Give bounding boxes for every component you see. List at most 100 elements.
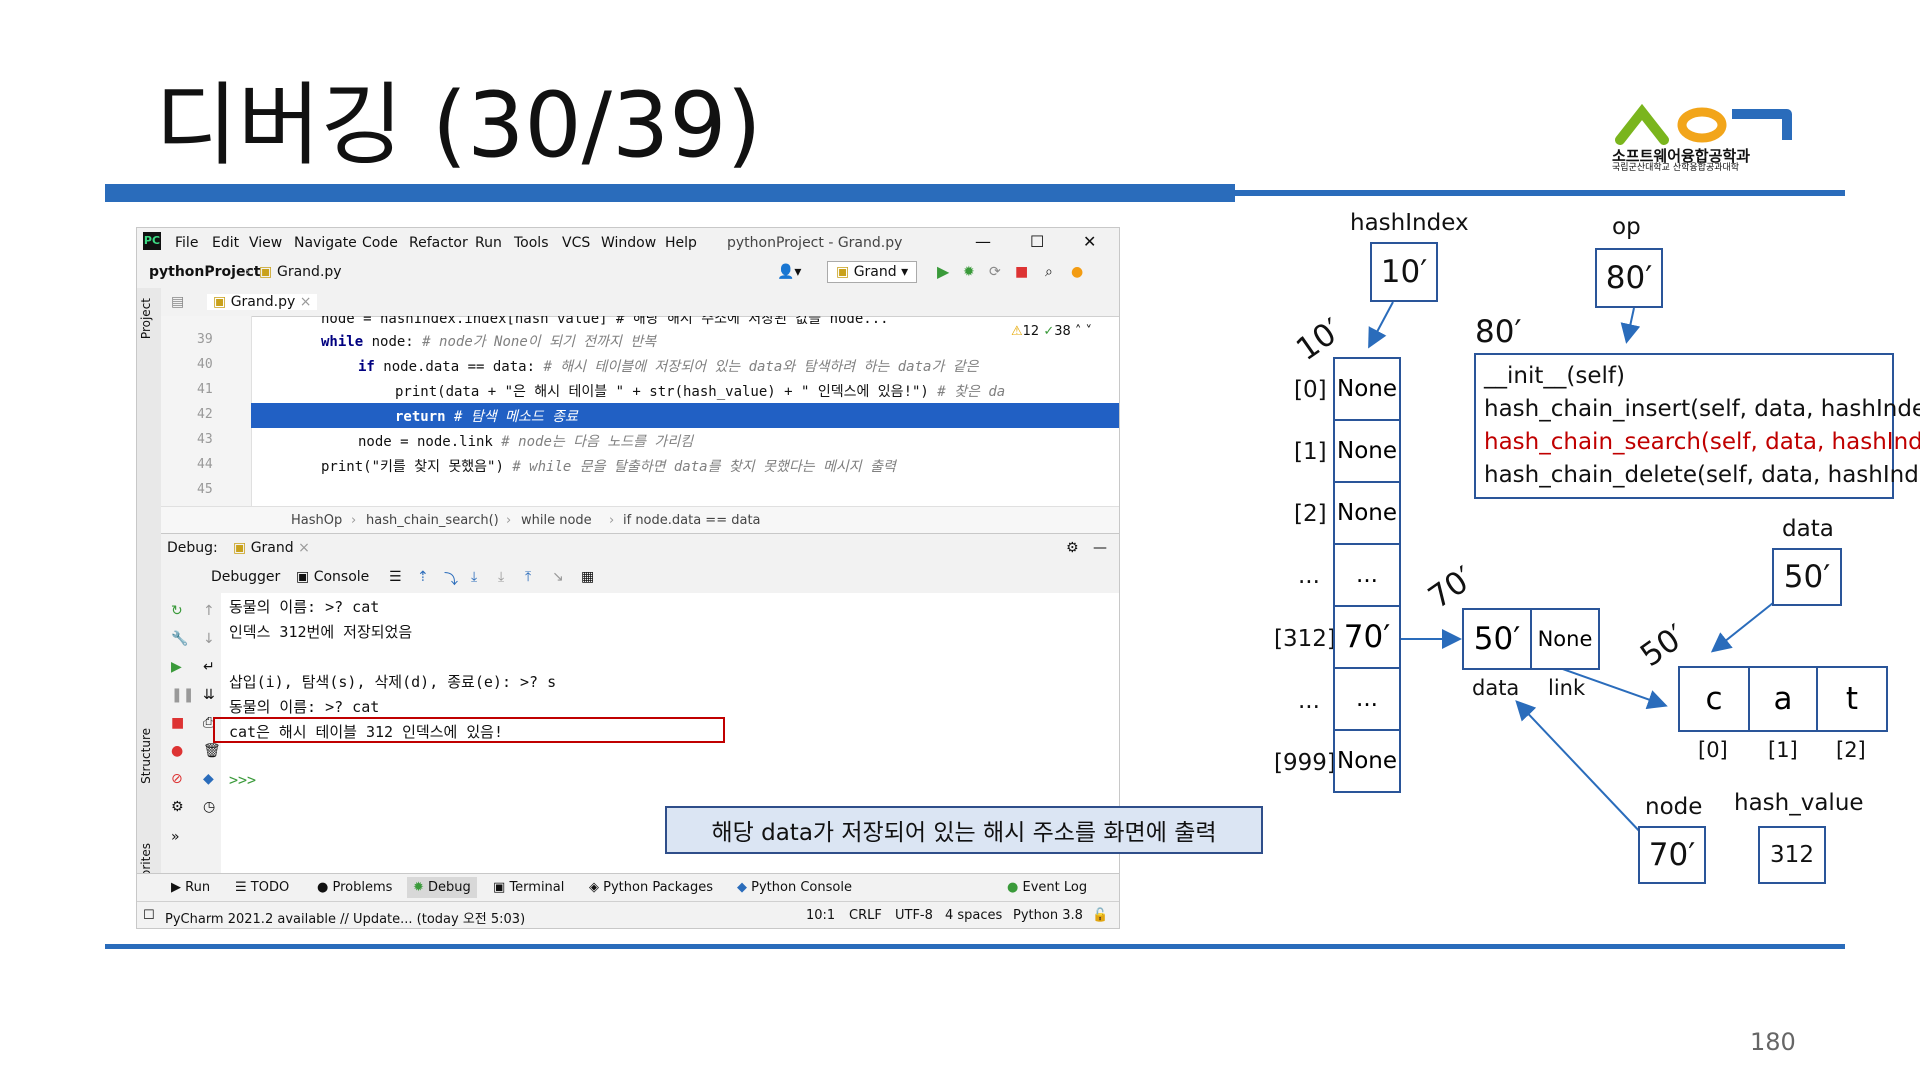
step-out-icon[interactable]: ⤒ [525,569,531,585]
debug-session-tab[interactable]: ▣ Grand × [233,540,310,556]
menu-file[interactable]: File [175,235,198,251]
down-arrow-icon[interactable]: ↓ [203,631,215,647]
menu-code[interactable]: Code [362,235,398,251]
scroll-to-end-icon[interactable]: ⇊ [203,687,215,703]
op-label: op [1612,214,1641,240]
close-tab-icon[interactable]: × [298,540,310,556]
step-into-my-code-icon[interactable]: ⤓ [498,569,504,585]
tab-problems[interactable]: ● Problems [317,880,392,895]
run-config-selector[interactable]: ▣ Grand ▾ [827,261,918,283]
char-index-1: [1] [1768,738,1798,762]
console-prompt[interactable]: >>> [229,771,256,789]
menu-refactor[interactable]: Refactor [409,235,468,251]
breadcrumb-method[interactable]: hash_chain_search() [366,513,499,528]
status-update-message[interactable]: PyCharm 2021.2 available // Update... (t… [165,908,525,927]
status-interpreter[interactable]: Python 3.8 [1013,908,1083,923]
menu-view[interactable]: View [249,235,282,251]
python-console-icon: ◆ [737,880,747,895]
wrench-icon[interactable]: 🔧 [171,631,188,647]
python-console-icon[interactable]: ◆ [203,771,214,787]
tab-python-packages[interactable]: ◈ Python Packages [589,880,713,895]
trash-icon[interactable]: 🗑 [203,743,221,759]
tab-run[interactable]: ▶ Run [171,880,210,895]
stop-icon[interactable]: ■ [171,715,184,731]
more-icon[interactable]: » [171,829,180,845]
close-tab-icon[interactable]: × [300,294,312,310]
show-execution-point-icon[interactable]: ⇡ [417,569,429,585]
minimize-icon[interactable]: — [975,232,991,251]
code-text: print("키를 찾지 못했음") [321,459,513,475]
project-tool-tab[interactable]: Project [139,298,153,339]
tab-python-console[interactable]: ◆ Python Console [737,880,852,895]
python-file-icon: ▣ [259,264,273,280]
code-comment: # 해시 테이블에 저장되어 있는 data와 탐색하려 하는 data가 같은 [543,359,979,375]
editor-tab-grand[interactable]: ▣ Grand.py × [207,294,318,310]
code-line-42-current[interactable]: 42 return # 탐색 메소드 종료 [161,403,1119,428]
settings-gear-icon[interactable]: ⚙ [1066,540,1079,556]
menu-run[interactable]: Run [475,235,502,251]
maximize-icon[interactable]: ☐ [1030,232,1044,251]
search-icon[interactable]: ⌕ [1045,264,1053,280]
status-line-separator[interactable]: CRLF [849,908,882,923]
project-breadcrumb[interactable]: pythonProject [149,264,260,280]
breadcrumb-hashop[interactable]: HashOp [291,513,342,528]
layers-icon: ◈ [589,880,599,895]
mute-breakpoints-icon[interactable]: ⊘ [171,771,183,787]
console-result-line: cat은 해시 테이블 312 인덱스에 있음! [229,723,503,741]
tab-todo[interactable]: ☰ TODO [235,880,289,895]
menu-tools[interactable]: Tools [514,235,549,251]
step-into-icon[interactable]: ⤓ [471,569,477,585]
status-panel-icon[interactable]: ☐ [143,908,155,923]
tab-console[interactable]: ▣ Console [296,569,369,585]
file-breadcrumb[interactable]: Grand.py [277,264,342,280]
user-icon[interactable]: 👤▾ [777,264,801,280]
tab-event-log[interactable]: ● Event Log [1007,880,1087,895]
debug-icon[interactable]: ✹ [963,264,975,280]
code-line-41[interactable]: 41 print(data + "은 해시 테이블 " + str(hash_v… [161,378,1119,403]
lock-icon[interactable]: 🔓 [1092,908,1108,923]
tab-debug[interactable]: ✹ Debug [407,877,477,898]
view-breakpoints-icon[interactable]: ● [171,743,183,759]
menu-edit[interactable]: Edit [212,235,239,251]
status-indent[interactable]: 4 spaces [945,908,1002,923]
menu-bar: PC File Edit View Navigate Code Refactor… [137,228,1119,258]
code-line-39[interactable]: 39 while node: # node가 None이 되기 전까지 반복 [161,328,1119,353]
table-index-999: [999] [1274,750,1336,776]
run-icon[interactable]: ▶ [937,262,949,281]
run-to-cursor-icon[interactable]: ↘ [552,569,564,585]
tab-terminal[interactable]: ▣ Terminal [493,880,564,895]
menu-vcs[interactable]: VCS [562,235,590,251]
tab-debugger[interactable]: Debugger [211,569,280,585]
update-icon[interactable]: ● [1071,264,1083,280]
status-encoding[interactable]: UTF-8 [895,908,933,923]
code-line-45[interactable]: 45 [161,478,1119,503]
hide-panel-icon[interactable]: — [1093,540,1107,556]
clock-icon[interactable]: ◷ [203,799,215,815]
menu-lines-icon[interactable]: ☰ [389,569,402,585]
status-caret-position[interactable]: 10:1 [806,908,835,923]
menu-navigate[interactable]: Navigate [294,235,357,251]
structure-tool-tab[interactable]: Structure [139,728,153,784]
execution-highlight [251,403,1119,428]
resume-icon[interactable]: ▶ [171,659,182,675]
stop-icon[interactable]: ■ [1015,264,1028,280]
tab-terminal-label: Terminal [509,880,565,895]
soft-wrap-icon[interactable]: ↵ [203,659,215,675]
code-line-40[interactable]: 40 if node.data == data: # 해시 테이블에 저장되어 … [161,353,1119,378]
close-icon[interactable]: ✕ [1083,232,1096,251]
pause-icon[interactable]: ❚❚ [171,687,194,703]
code-line-38[interactable]: node = hashIndex.index[hash_value] # 해당 … [161,316,1119,326]
coverage-icon[interactable]: ⟳ [989,264,1001,280]
up-arrow-icon[interactable]: ↑ [203,603,215,619]
sidebar-toggle-icon[interactable]: ▤ [171,294,184,310]
step-over-icon[interactable]: ⤵ [444,569,458,589]
code-line-44[interactable]: 44 print("키를 찾지 못했음") # while 문을 탈출하면 da… [161,453,1119,478]
rerun-icon[interactable]: ↻ [171,603,183,619]
code-line-43[interactable]: 43 node = node.link # node는 다음 노드를 가리킴 [161,428,1119,453]
menu-help[interactable]: Help [665,235,697,251]
breadcrumb-while[interactable]: while node [521,513,592,528]
settings-gear-icon[interactable]: ⚙ [171,799,184,815]
menu-window[interactable]: Window [601,235,656,251]
breadcrumb-if[interactable]: if node.data == data [623,513,761,528]
evaluate-expression-icon[interactable]: ▦ [581,569,594,585]
